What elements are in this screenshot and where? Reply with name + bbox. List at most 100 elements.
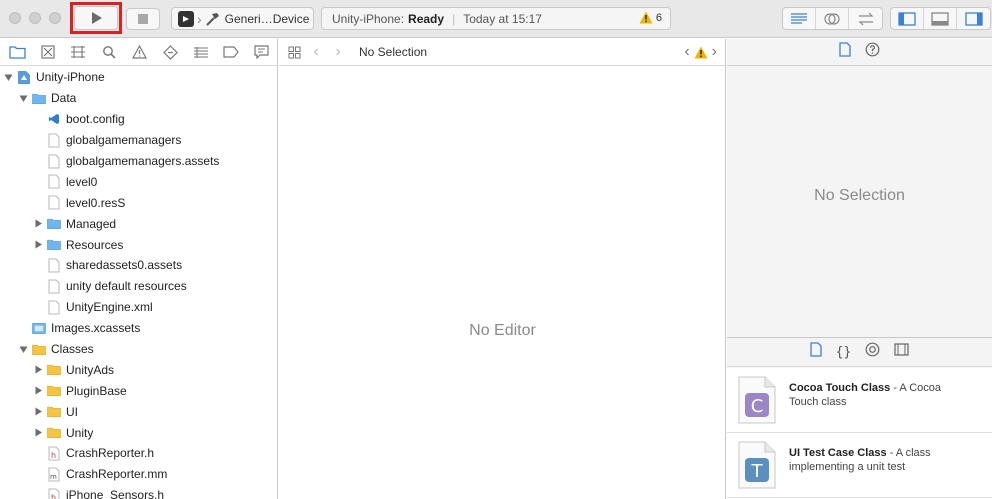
tree-row[interactable]: globalgamemanagers.assets [0,151,277,172]
tree-row[interactable]: h CrashReporter.h [0,443,277,464]
tree-row[interactable]: level0 [0,171,277,192]
tree-row[interactable]: Classes [0,339,277,360]
next-issue-chevron-icon[interactable]: › [712,43,717,61]
tree-row-label: Unity-iPhone [36,70,105,85]
svg-text:h: h [51,451,56,460]
window-close-button[interactable] [9,12,21,24]
film-icon [894,343,909,356]
tree-row-label: UnityEngine.xml [66,300,153,315]
quick-help-tab[interactable] [865,42,880,62]
tree-row-label: UnityAds [66,362,115,377]
inspector-body: No Selection [727,67,992,337]
lines-icon [791,12,807,24]
breakpoint-icon[interactable] [216,40,247,64]
file-template-tab[interactable] [810,342,822,362]
template-item[interactable]: T UI Test Case Class - A class implementi… [727,433,992,498]
tree-row-label: sharedassets0.assets [66,258,183,273]
jump-bar: ‹ › No Selection ‹ › [279,39,725,66]
search-icon[interactable] [94,40,125,64]
forward-chevron-icon[interactable]: › [327,41,349,63]
editor-mode-control [782,7,883,30]
related-items-icon[interactable] [283,41,305,63]
folder-icon[interactable] [2,40,33,64]
assistant-editor-button[interactable] [816,8,849,29]
tree-row[interactable]: UnityAds [0,359,277,380]
panel-toggle-control [890,7,991,30]
warning-icon[interactable] [694,46,708,59]
template-item[interactable]: C Cocoa Touch Class - A Cocoa Touch class [727,368,992,433]
template-title: UI Test Case Class [789,447,887,459]
test-icon[interactable] [155,40,186,64]
window-minimize-button[interactable] [29,12,41,24]
symbol-icon[interactable] [63,40,94,64]
tree-row[interactable]: UnityEngine.xml [0,297,277,318]
disclosure-closed-icon[interactable] [33,407,43,417]
tree-row[interactable]: level0.resS [0,192,277,213]
tree-row[interactable]: Unity [0,422,277,443]
navigator-tabs [0,39,277,66]
disclosure-open-icon[interactable] [3,72,13,82]
tree-row[interactable]: Images.xcassets [0,318,277,339]
tree-row[interactable]: globalgamemanagers [0,130,277,151]
tree-row-label: level0.resS [66,195,126,210]
folder-yellow-icon [47,383,61,398]
file-inspector-tab[interactable] [839,42,851,62]
disclosure-open-icon[interactable] [18,93,28,103]
standard-editor-button[interactable] [783,8,816,29]
folder-blue-icon [32,91,46,106]
tree-row[interactable]: Resources [0,234,277,255]
folder-blue-icon [47,216,61,231]
disclosure-open-icon[interactable] [18,344,28,354]
folder-yellow-icon [32,342,46,357]
disclosure-closed-icon[interactable] [33,428,43,438]
report-icon[interactable] [247,40,278,64]
tree-row[interactable]: PluginBase [0,380,277,401]
template-document-icon: T [737,440,777,490]
issue-icon[interactable] [124,40,155,64]
utilities-area: No Selection {} C Cocoa Touch Class - A C… [727,39,992,499]
disclosure-closed-icon[interactable] [33,386,43,396]
template-letter: T [751,461,764,482]
template-description: Cocoa Touch Class - A Cocoa Touch class [789,375,969,409]
tree-row[interactable]: sharedassets0.assets [0,255,277,276]
media-library-tab[interactable] [894,343,909,361]
venn-icon [824,12,840,25]
app-icon [178,10,194,27]
tree-row-label: Unity [66,425,94,440]
source-control-icon[interactable] [33,40,64,64]
debug-icon[interactable] [185,40,216,64]
window-zoom-button[interactable] [49,12,61,24]
toggle-debug-button[interactable] [924,8,957,29]
previous-issue-chevron-icon[interactable]: ‹ [684,43,689,61]
file-icon [47,279,61,294]
tree-row[interactable]: Unity-iPhone [0,67,277,88]
scheme-selector[interactable]: › Generi…Device [171,7,314,30]
left-panel-icon [898,11,916,26]
back-chevron-icon[interactable]: ‹ [305,41,327,63]
tree-row[interactable]: Managed [0,213,277,234]
template-description: UI Test Case Class - A class implementin… [789,440,969,474]
tree-row[interactable]: UI [0,401,277,422]
tree-row[interactable]: unity default resources [0,276,277,297]
disclosure-closed-icon[interactable] [33,365,43,375]
toggle-utilities-button[interactable] [957,8,990,29]
tree-row-label: iPhone_Sensors.h [66,488,165,499]
toggle-navigator-button[interactable] [891,8,924,29]
stop-button[interactable] [126,8,160,30]
folder-blue-icon [47,237,61,252]
help-icon [865,42,880,57]
disclosure-closed-icon[interactable] [33,219,43,229]
tree-row[interactable]: m CrashReporter.mm [0,464,277,485]
warning-indicator[interactable]: 6 [639,11,662,24]
code-snippet-tab[interactable]: {} [836,345,852,360]
version-editor-button[interactable] [849,8,882,29]
tree-row[interactable]: Data [0,88,277,109]
file-tree: Unity-iPhone Data boot.config globalgameman… [0,67,277,499]
tree-row-label: globalgamemanagers [66,133,182,148]
activity-time: Today at 15:17 [463,11,542,26]
template-title: Cocoa Touch Class [789,382,891,394]
object-library-tab[interactable] [865,342,880,362]
tree-row[interactable]: h iPhone_Sensors.h [0,485,277,499]
disclosure-closed-icon[interactable] [33,240,43,250]
tree-row[interactable]: boot.config [0,109,277,130]
